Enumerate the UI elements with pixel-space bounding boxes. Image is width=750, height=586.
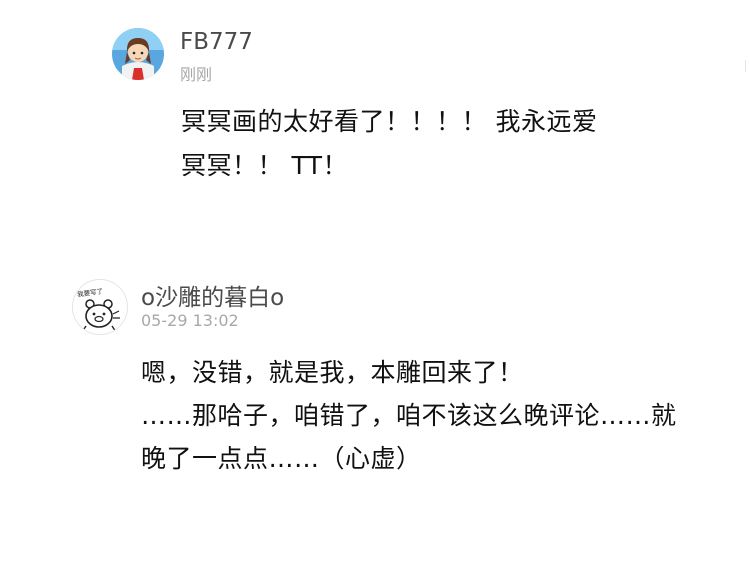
comment-text-line: 冥冥！！ TT！ — [181, 151, 349, 180]
comment-text-line: 冥冥画的太好看了！！！！ 我永远爱 — [181, 107, 598, 136]
comment-item-1: FB777 刚刚 冥冥画的太好看了！！！！ 我永远爱 冥冥！！ TT！ — [0, 0, 750, 200]
comment-text-line: ……那哈子，咱错了，咱不该这么晚评论……就 — [141, 401, 677, 430]
comment-username[interactable]: o沙雕的暮白o — [141, 278, 284, 312]
comment-username[interactable]: FB777 — [180, 29, 253, 55]
comment-timestamp: 刚刚 — [180, 65, 213, 84]
cartoon-bear-sticker-avatar-icon[interactable]: 我要写了 — [72, 279, 128, 335]
anime-girl-avatar-icon[interactable] — [112, 28, 164, 80]
comment-timestamp: 05-29 13:02 — [141, 311, 239, 330]
comment-text-line: 嗯，没错，就是我，本雕回来了！ — [141, 358, 524, 387]
comment-text-line: 晚了一点点……（心虚） — [141, 444, 422, 473]
comment-item-2: 我要写了 o沙雕的暮白o 05-29 13:02 嗯，没错，就是我，本雕回来了！… — [0, 250, 750, 480]
